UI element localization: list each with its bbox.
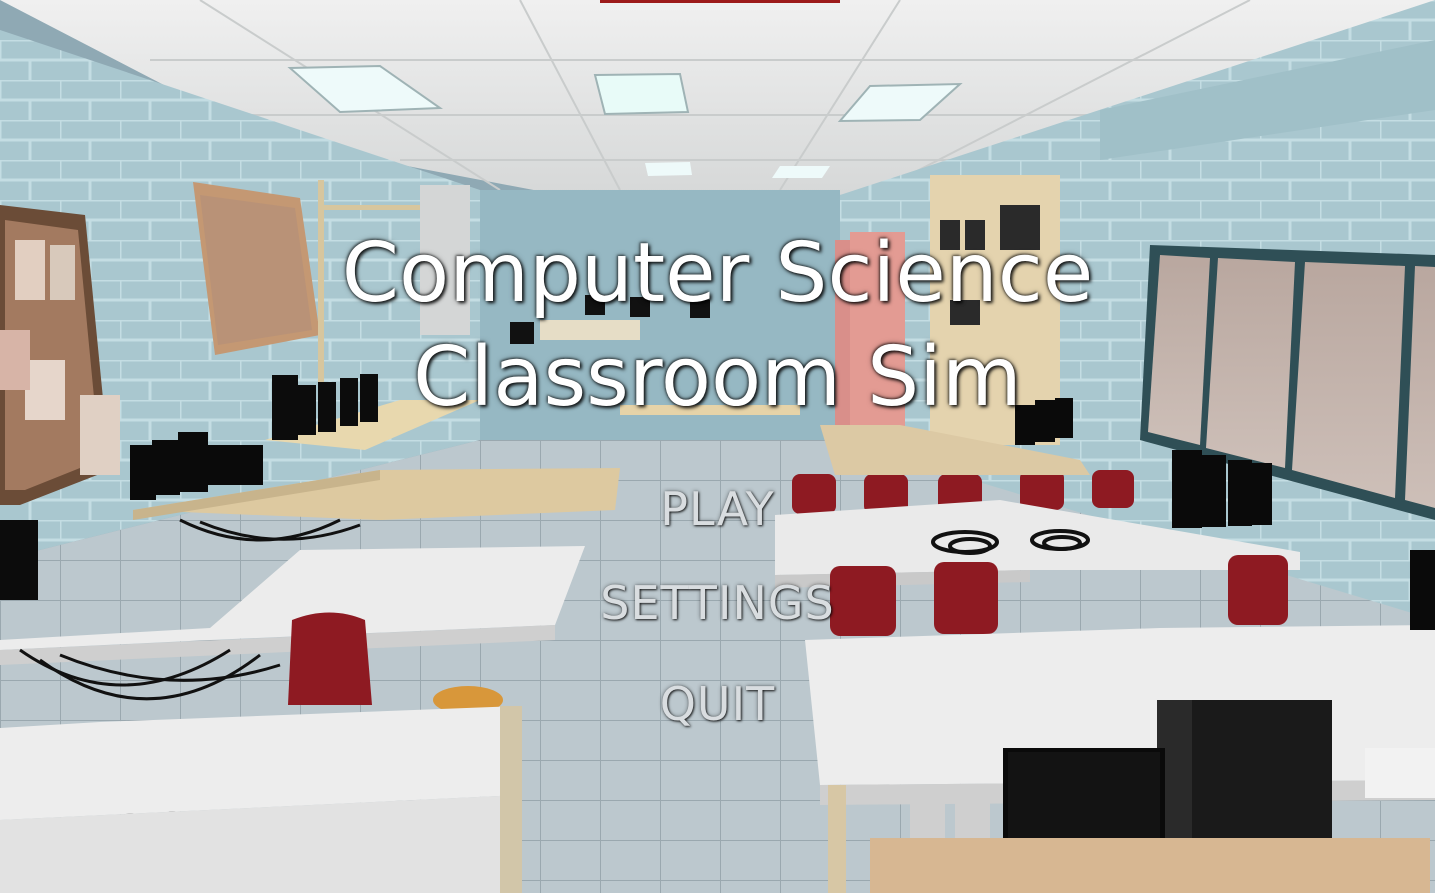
- settings-button[interactable]: SETTINGS: [590, 574, 844, 632]
- play-button[interactable]: PLAY: [650, 480, 784, 538]
- classroom-3d-render: [0, 0, 1435, 893]
- classroom-background-scene: [0, 0, 1435, 893]
- quit-button[interactable]: QUIT: [650, 675, 786, 733]
